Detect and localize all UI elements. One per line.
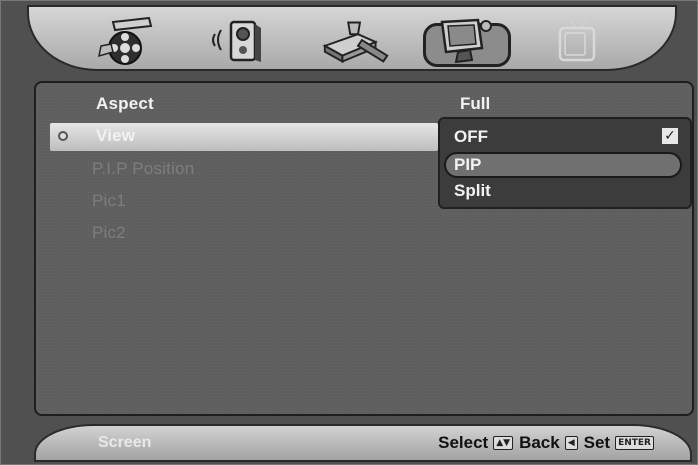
view-dropdown: OFF ✓ PIP Split xyxy=(438,117,692,209)
set-hint: Set xyxy=(583,433,611,452)
select-hint: Select xyxy=(438,433,489,452)
key-hints: Select ▲▼ Back ◀ Set ENTER xyxy=(438,433,660,453)
tv-icon xyxy=(558,17,596,62)
aspect-value[interactable]: Full xyxy=(460,94,490,114)
pip-position-label: P.I.P Position xyxy=(92,159,195,178)
selection-bullet-icon xyxy=(58,131,68,141)
dropdown-option-off[interactable]: OFF xyxy=(454,127,488,147)
footer-bar: Screen Select ▲▼ Back ◀ Set ENTER xyxy=(34,424,692,462)
checkmark-icon: ✓ xyxy=(662,128,678,144)
tab-display[interactable] xyxy=(423,15,511,67)
speaker-icon xyxy=(212,20,261,62)
menu-tab-bar xyxy=(27,5,677,71)
tab-tv[interactable] xyxy=(539,15,617,67)
dropdown-option-split[interactable]: Split xyxy=(454,181,491,201)
film-reel-icon xyxy=(98,16,153,65)
tools-icon xyxy=(322,21,389,64)
back-hint: Back xyxy=(519,433,560,452)
monitor-icon xyxy=(440,18,492,64)
pic2-label: Pic2 xyxy=(92,223,126,242)
up-down-key-icon: ▲▼ xyxy=(493,436,514,450)
tab-setup[interactable] xyxy=(319,15,397,67)
screen-label: Screen xyxy=(98,434,152,451)
pic1-label: Pic1 xyxy=(92,191,126,210)
tab-video[interactable] xyxy=(89,15,167,67)
osd-screen: Aspect Full View P.I.P Position Pic1 Pic… xyxy=(0,0,698,465)
settings-panel: Aspect Full View P.I.P Position Pic1 Pic… xyxy=(34,81,694,416)
dropdown-option-pip[interactable]: PIP xyxy=(454,155,481,175)
view-label[interactable]: View xyxy=(96,126,135,146)
enter-key-icon: ENTER xyxy=(615,436,654,450)
tab-audio[interactable] xyxy=(201,15,279,67)
left-key-icon: ◀ xyxy=(564,436,578,450)
aspect-label[interactable]: Aspect xyxy=(96,94,154,114)
